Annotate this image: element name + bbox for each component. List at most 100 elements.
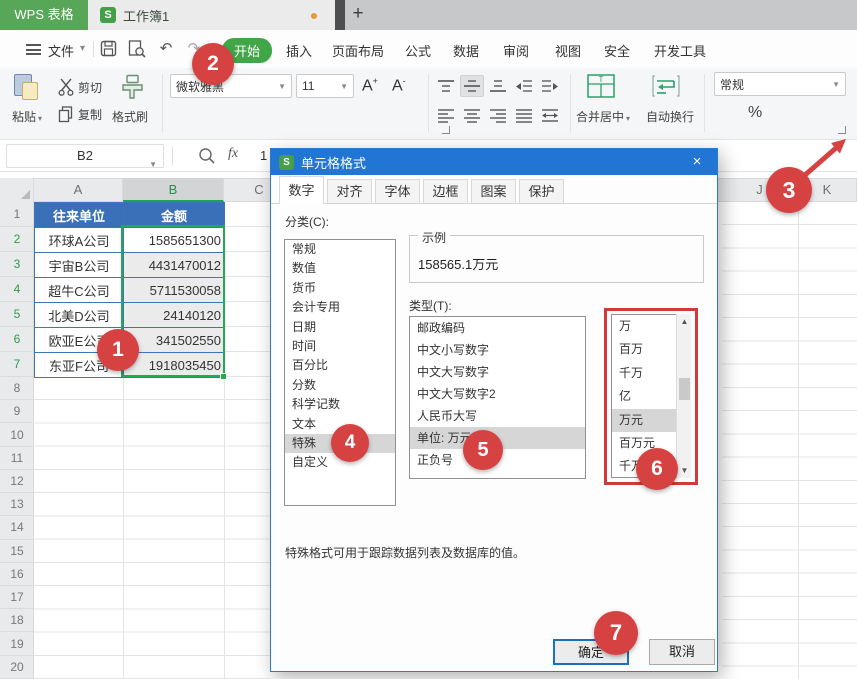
row-number[interactable]: 10 <box>0 423 34 446</box>
new-tab-button[interactable]: + <box>344 0 372 30</box>
menu-tab[interactable]: 开始 <box>222 38 272 63</box>
table-header-cell[interactable]: 金额 <box>124 203 225 228</box>
fx-icon[interactable]: fx <box>228 146 238 162</box>
percent-format-icon[interactable]: % <box>748 104 762 122</box>
type-item[interactable]: 单位: 万元 <box>410 427 585 449</box>
category-item[interactable]: 分数 <box>285 376 395 395</box>
category-item[interactable]: 时间 <box>285 337 395 356</box>
font-size-select[interactable]: 11▼ <box>296 74 354 98</box>
row-number[interactable]: 4 <box>0 277 34 302</box>
file-menu[interactable]: 文件 <box>48 41 74 60</box>
wrap-text-button[interactable]: 自动换行 <box>646 108 694 125</box>
row-number[interactable]: 7 <box>0 352 34 377</box>
format-painter-button[interactable]: 格式刷 <box>112 108 148 125</box>
dialog-tab[interactable]: 图案 <box>471 179 516 203</box>
merge-center-button[interactable]: 合并居中▾ <box>576 108 630 125</box>
column-header[interactable]: K <box>798 178 857 202</box>
amount-cell[interactable]: 4431470012 <box>124 253 225 278</box>
row-number[interactable]: 18 <box>0 609 34 632</box>
menu-tab[interactable]: 视图 <box>555 41 581 60</box>
merge-center-icon[interactable]: T <box>586 73 616 99</box>
category-item[interactable]: 会计专用 <box>285 298 395 317</box>
column-header[interactable]: A <box>34 178 123 202</box>
menu-tab[interactable]: 开发工具 <box>654 41 706 60</box>
ok-button[interactable]: 确定 <box>553 639 629 665</box>
app-logo[interactable]: WPS 表格 <box>0 0 88 30</box>
company-cell[interactable]: 欧亚E公司 <box>35 328 124 353</box>
category-item[interactable]: 日期 <box>285 318 395 337</box>
menu-tab[interactable]: 审阅 <box>503 41 529 60</box>
company-cell[interactable]: 环球A公司 <box>35 228 124 253</box>
align-center-icon[interactable] <box>460 104 484 126</box>
row-number[interactable]: 15 <box>0 540 34 563</box>
category-listbox[interactable]: 常规数值货币会计专用日期时间百分比分数科学记数文本特殊自定义 <box>284 239 396 506</box>
hamburger-icon[interactable] <box>26 44 41 55</box>
row-number[interactable]: 8 <box>0 377 34 400</box>
distributed-icon[interactable] <box>538 104 562 126</box>
company-cell[interactable]: 超牛C公司 <box>35 278 124 303</box>
row-number[interactable]: 14 <box>0 516 34 539</box>
row-number[interactable]: 6 <box>0 327 34 352</box>
category-item[interactable]: 货币 <box>285 279 395 298</box>
amount-cell[interactable]: 1918035450 <box>124 353 225 378</box>
dialog-tab[interactable]: 对齐 <box>327 179 372 203</box>
grow-font-button[interactable]: A+ <box>362 76 378 95</box>
wrap-text-icon[interactable] <box>652 73 680 99</box>
font-name-select[interactable]: 微软雅黑▼ <box>170 74 292 98</box>
cancel-button[interactable]: 取消 <box>649 639 715 665</box>
type-item[interactable]: 中文大写数字2 <box>410 383 585 405</box>
dialog-tab[interactable]: 数字 <box>279 176 324 204</box>
row-number[interactable]: 9 <box>0 400 34 423</box>
type-item[interactable]: 邮政编码 <box>410 317 585 339</box>
formula-value[interactable]: 1 <box>260 148 267 163</box>
row-number[interactable]: 1 <box>0 202 34 227</box>
fill-handle[interactable] <box>220 373 227 380</box>
select-all-corner[interactable] <box>0 178 34 202</box>
row-number[interactable]: 20 <box>0 656 34 679</box>
unit-list-scrollbar[interactable]: ▲ ▼ <box>676 314 691 478</box>
amount-cell[interactable]: 341502550 <box>124 328 225 353</box>
category-item[interactable]: 自定义 <box>285 453 395 472</box>
dialog-tab[interactable]: 边框 <box>423 179 468 203</box>
undo-icon[interactable]: ↶ <box>156 40 176 58</box>
category-item[interactable]: 科学记数 <box>285 395 395 414</box>
row-number[interactable]: 5 <box>0 302 34 327</box>
justify-icon[interactable] <box>512 104 536 126</box>
amount-cell[interactable]: 24140120 <box>124 303 225 328</box>
menu-tab[interactable]: 页面布局 <box>332 41 384 60</box>
amount-cell[interactable]: 5711530058 <box>124 278 225 303</box>
menu-tab[interactable]: 公式 <box>405 41 431 60</box>
copy-button[interactable]: 复制 <box>58 106 102 123</box>
close-icon[interactable]: × <box>677 149 717 175</box>
number-format-select[interactable]: 常规▼ <box>714 72 846 96</box>
quickbar-more-icon[interactable]: ▾ <box>205 44 210 55</box>
type-listbox[interactable]: 邮政编码中文小写数字中文大写数字中文大写数字2人民币大写单位: 万元正负号 <box>409 316 586 479</box>
scroll-down-icon[interactable]: ▼ <box>677 463 692 478</box>
menu-tab[interactable]: 插入 <box>286 41 312 60</box>
print-preview-icon[interactable] <box>128 40 148 58</box>
align-left-icon[interactable] <box>434 104 458 126</box>
dialog-titlebar[interactable]: S 单元格格式 <box>271 149 717 175</box>
category-item[interactable]: 百分比 <box>285 356 395 375</box>
row-number[interactable]: 12 <box>0 470 34 493</box>
zoom-formula-icon[interactable] <box>198 147 216 165</box>
name-box[interactable]: B2▼ <box>6 144 164 168</box>
paste-button[interactable]: 粘贴▾ <box>12 108 42 125</box>
dialog-tab[interactable]: 字体 <box>375 179 420 203</box>
dialog-tab[interactable]: 保护 <box>519 179 564 203</box>
font-group-launcher-icon[interactable] <box>442 126 450 134</box>
table-header-cell[interactable]: 往来单位 <box>35 203 124 228</box>
category-item[interactable]: 文本 <box>285 415 395 434</box>
cut-button[interactable]: 剪切 <box>58 78 102 96</box>
align-right-icon[interactable] <box>486 104 510 126</box>
category-item[interactable]: 常规 <box>285 240 395 259</box>
row-number[interactable]: 2 <box>0 227 34 252</box>
document-tab[interactable]: S 工作簿1 <box>88 0 335 30</box>
format-painter-icon[interactable] <box>118 74 146 102</box>
save-icon[interactable] <box>100 40 120 58</box>
category-item[interactable]: 特殊 <box>285 434 395 453</box>
increase-indent-icon[interactable] <box>538 75 562 97</box>
align-bottom-icon[interactable] <box>486 75 510 97</box>
row-number[interactable]: 17 <box>0 586 34 609</box>
number-group-launcher-icon[interactable] <box>838 126 846 134</box>
